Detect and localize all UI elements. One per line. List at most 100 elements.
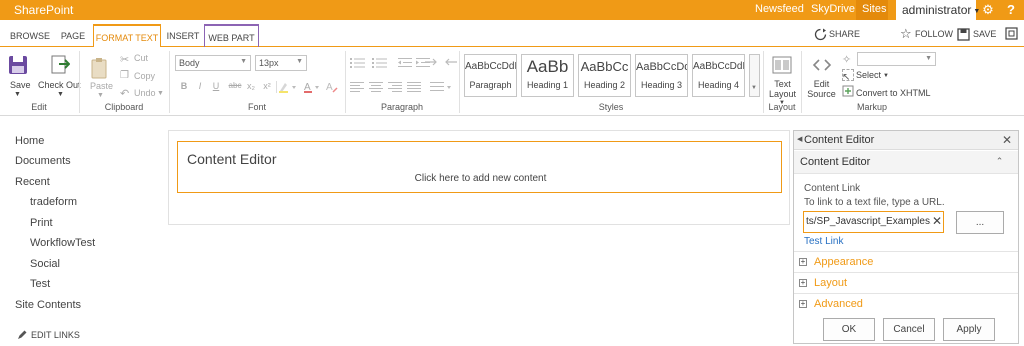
save-large-icon[interactable] bbox=[8, 55, 28, 75]
clear-input-icon[interactable]: ✕ bbox=[931, 214, 943, 228]
content-link-help: To link to a text file, type a URL. bbox=[804, 197, 945, 208]
bullet-list-icon[interactable] bbox=[350, 57, 366, 69]
settings-gear-icon[interactable]: ⚙ bbox=[980, 2, 996, 18]
focus-content-icon[interactable] bbox=[1005, 27, 1018, 40]
nav-item-recent[interactable]: Recent bbox=[15, 176, 50, 188]
edit-source-icon[interactable] bbox=[812, 55, 832, 75]
style-paragraph[interactable]: AaBbCcDdEe Paragraph bbox=[464, 54, 517, 97]
font-name-dropdown[interactable]: Body ▼ bbox=[175, 55, 251, 71]
sharepoint-brand[interactable]: SharePoint bbox=[14, 3, 73, 17]
text-layout-icon[interactable] bbox=[772, 55, 792, 75]
section-advanced[interactable]: + Advanced bbox=[794, 293, 1018, 314]
user-name: administrator bbox=[902, 3, 972, 17]
apply-button[interactable]: Apply bbox=[943, 318, 995, 341]
superscript-button[interactable]: x² bbox=[260, 79, 274, 93]
paste-button-label[interactable]: Paste bbox=[90, 81, 113, 91]
style-heading-4[interactable]: AaBbCcDdEe Heading 4 bbox=[692, 54, 745, 97]
edit-links-button[interactable]: EDIT LINKS bbox=[31, 330, 80, 340]
nav-item-site-contents[interactable]: Site Contents bbox=[15, 299, 81, 311]
font-color-icon[interactable]: A bbox=[303, 81, 323, 93]
share-button[interactable]: SHARE bbox=[829, 29, 860, 39]
select-button[interactable]: Select bbox=[856, 70, 881, 80]
web-part-title[interactable]: Content Editor bbox=[187, 151, 277, 167]
font-size-value: 13px bbox=[259, 58, 279, 68]
sites-link[interactable]: Sites bbox=[862, 3, 886, 15]
nav-item-social[interactable]: Social bbox=[30, 258, 60, 270]
bold-button[interactable]: B bbox=[177, 79, 191, 93]
nav-item-home[interactable]: Home bbox=[15, 135, 44, 147]
style-heading-2[interactable]: AaBbCc Heading 2 bbox=[578, 54, 631, 97]
tab-browse[interactable]: BROWSE bbox=[8, 24, 52, 47]
style-heading-1[interactable]: AaBb Heading 1 bbox=[521, 54, 574, 97]
follow-button[interactable]: FOLLOW bbox=[915, 29, 953, 39]
save-page-button[interactable]: SAVE bbox=[973, 29, 996, 39]
collapse-section-icon[interactable]: ⌃ bbox=[993, 155, 1006, 168]
tab-format-text[interactable]: FORMAT TEXT bbox=[93, 24, 161, 48]
align-left-icon[interactable] bbox=[350, 81, 364, 93]
numbered-list-icon[interactable] bbox=[372, 57, 388, 69]
skydrive-link[interactable]: SkyDrive bbox=[811, 3, 855, 15]
cancel-button[interactable]: Cancel bbox=[883, 318, 935, 341]
collapse-arrow-icon[interactable]: ◀ bbox=[797, 135, 802, 143]
chevron-down-icon: ▼ bbox=[240, 58, 247, 65]
convert-to-xhtml-button[interactable]: Convert to XHTML bbox=[856, 88, 931, 98]
paste-icon[interactable] bbox=[91, 57, 109, 79]
nav-item-documents[interactable]: Documents bbox=[15, 155, 71, 167]
test-link[interactable]: Test Link bbox=[804, 236, 843, 247]
content-editor-web-part[interactable]: Content Editor Click here to add new con… bbox=[177, 141, 782, 193]
browse-button[interactable]: ... bbox=[956, 211, 1004, 234]
cut-button[interactable]: Cut bbox=[134, 53, 148, 63]
chevron-down-icon: ▼ bbox=[14, 91, 21, 98]
tool-pane-title: Content Editor bbox=[804, 134, 875, 146]
strikethrough-button[interactable]: abc bbox=[226, 79, 244, 93]
ltr-direction-icon[interactable] bbox=[424, 56, 440, 68]
add-content-placeholder[interactable]: Click here to add new content bbox=[178, 173, 783, 184]
align-center-icon[interactable] bbox=[369, 81, 383, 93]
section-layout[interactable]: + Layout bbox=[794, 272, 1018, 293]
edit-source-button[interactable]: Edit Source bbox=[805, 79, 838, 99]
check-out-icon[interactable] bbox=[50, 55, 70, 75]
styles-group-label: Styles bbox=[598, 102, 624, 112]
language-icon[interactable]: ✧ bbox=[842, 53, 851, 66]
markup-styles-dropdown[interactable]: ▼ bbox=[857, 52, 936, 66]
text-layout-button[interactable]: Text Layout bbox=[766, 79, 799, 99]
user-menu[interactable]: administrator ▼ bbox=[896, 0, 980, 20]
subscript-button[interactable]: x₂ bbox=[244, 79, 258, 93]
tab-page[interactable]: PAGE bbox=[56, 24, 90, 47]
copy-button[interactable]: Copy bbox=[134, 71, 155, 81]
save-button-label[interactable]: Save bbox=[10, 80, 31, 90]
tab-web-part[interactable]: WEB PART bbox=[204, 24, 259, 47]
content-link-input[interactable]: ts/SP_Javascript_Examples.js ✕ bbox=[803, 211, 944, 233]
styles-scroll-button[interactable]: ▼ bbox=[749, 54, 760, 97]
underline-button[interactable]: U bbox=[209, 79, 223, 93]
content-link-value: ts/SP_Javascript_Examples.js bbox=[806, 216, 940, 227]
highlight-color-icon[interactable] bbox=[276, 81, 302, 93]
nav-item-test[interactable]: Test bbox=[30, 278, 50, 290]
font-size-dropdown[interactable]: 13px ▼ bbox=[255, 55, 307, 71]
check-out-button-label[interactable]: Check Out bbox=[38, 80, 81, 90]
decrease-indent-icon[interactable] bbox=[398, 57, 412, 69]
italic-button[interactable]: I bbox=[193, 79, 207, 93]
newsfeed-link[interactable]: Newsfeed bbox=[755, 3, 804, 15]
style-heading-3[interactable]: AaBbCcDd Heading 3 bbox=[635, 54, 688, 97]
align-right-icon[interactable] bbox=[388, 81, 402, 93]
nav-item-workflowtest[interactable]: WorkflowTest bbox=[30, 237, 95, 249]
chevron-down-icon: ▼ bbox=[157, 90, 164, 97]
paragraph-options-icon[interactable] bbox=[430, 81, 454, 93]
justify-icon[interactable] bbox=[407, 81, 421, 93]
undo-button[interactable]: Undo bbox=[134, 88, 156, 98]
close-icon[interactable]: ✕ bbox=[1002, 133, 1012, 147]
ok-button[interactable]: OK bbox=[823, 318, 875, 341]
help-icon[interactable]: ? bbox=[1003, 2, 1019, 18]
tab-insert[interactable]: INSERT bbox=[163, 24, 203, 47]
markup-group-label: Markup bbox=[856, 102, 887, 112]
nav-item-print[interactable]: Print bbox=[30, 217, 53, 229]
section-appearance[interactable]: + Appearance bbox=[794, 251, 1018, 272]
copy-icon: ❐ bbox=[120, 70, 129, 81]
rtl-direction-icon[interactable] bbox=[442, 56, 458, 68]
nav-item-tradeform[interactable]: tradeform bbox=[30, 196, 77, 208]
ribbon: Save ▼ Check Out ▼ Edit Paste ▼ ✂ Cut ❐ … bbox=[0, 47, 1024, 116]
cursor-icon: ↖ bbox=[842, 72, 851, 83]
tool-pane-header: ◀ Content Editor ✕ bbox=[794, 131, 1018, 150]
clear-format-icon[interactable]: A bbox=[325, 80, 339, 94]
